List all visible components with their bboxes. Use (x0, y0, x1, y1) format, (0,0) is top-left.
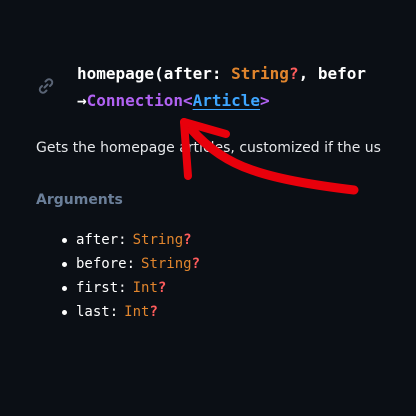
param-after-nullable: ? (288, 64, 299, 83)
arguments-list: after: String? before: String? first: Int? … (58, 228, 200, 324)
argument-item: first: Int? (58, 276, 200, 300)
param-after-name: after (163, 64, 212, 83)
query-signature: homepage(after: String?, befor →Connecti… (77, 60, 366, 114)
param-before-truncated: befor (317, 64, 367, 83)
query-description: Gets the homepage articles, customized i… (36, 140, 381, 156)
open-paren: ( (154, 64, 164, 83)
argument-name: after (76, 232, 119, 248)
link-icon-graphic (38, 78, 54, 94)
argument-type[interactable]: String (133, 232, 184, 248)
argument-item: last: Int? (58, 300, 200, 324)
param-after-colon: : (211, 64, 232, 83)
argument-type[interactable]: Int (133, 280, 158, 296)
argument-type[interactable]: String (141, 256, 192, 272)
return-type-connection[interactable]: Connection (87, 91, 183, 110)
argument-name: last (76, 304, 110, 320)
signature-line-1: homepage(after: String?, befor (77, 60, 366, 87)
argument-nullable: ? (149, 304, 158, 320)
param-after-type[interactable]: String (231, 64, 289, 83)
argument-colon: : (118, 232, 127, 248)
argument-name: first (76, 280, 119, 296)
argument-item: before: String? (58, 252, 200, 276)
argument-colon: : (109, 304, 119, 320)
return-arrow: → (77, 91, 87, 110)
generic-close: > (260, 91, 270, 110)
link-icon[interactable] (36, 76, 56, 96)
argument-item: after: String? (58, 228, 200, 252)
argument-colon: : (126, 256, 136, 272)
argument-name: before (76, 256, 127, 272)
doc-panel: homepage(after: String?, befor →Connecti… (0, 0, 416, 416)
argument-nullable: ? (157, 280, 167, 296)
argument-colon: : (118, 280, 127, 296)
param-comma: , (298, 64, 318, 83)
return-type-article-link[interactable]: Article (193, 91, 260, 110)
generic-open: < (182, 91, 193, 110)
arguments-heading: Arguments (36, 192, 123, 208)
argument-nullable: ? (183, 232, 192, 248)
argument-nullable: ? (191, 256, 201, 272)
query-name: homepage (77, 64, 155, 83)
signature-line-2: →Connection<Article> (77, 87, 366, 114)
argument-type[interactable]: Int (124, 304, 149, 320)
